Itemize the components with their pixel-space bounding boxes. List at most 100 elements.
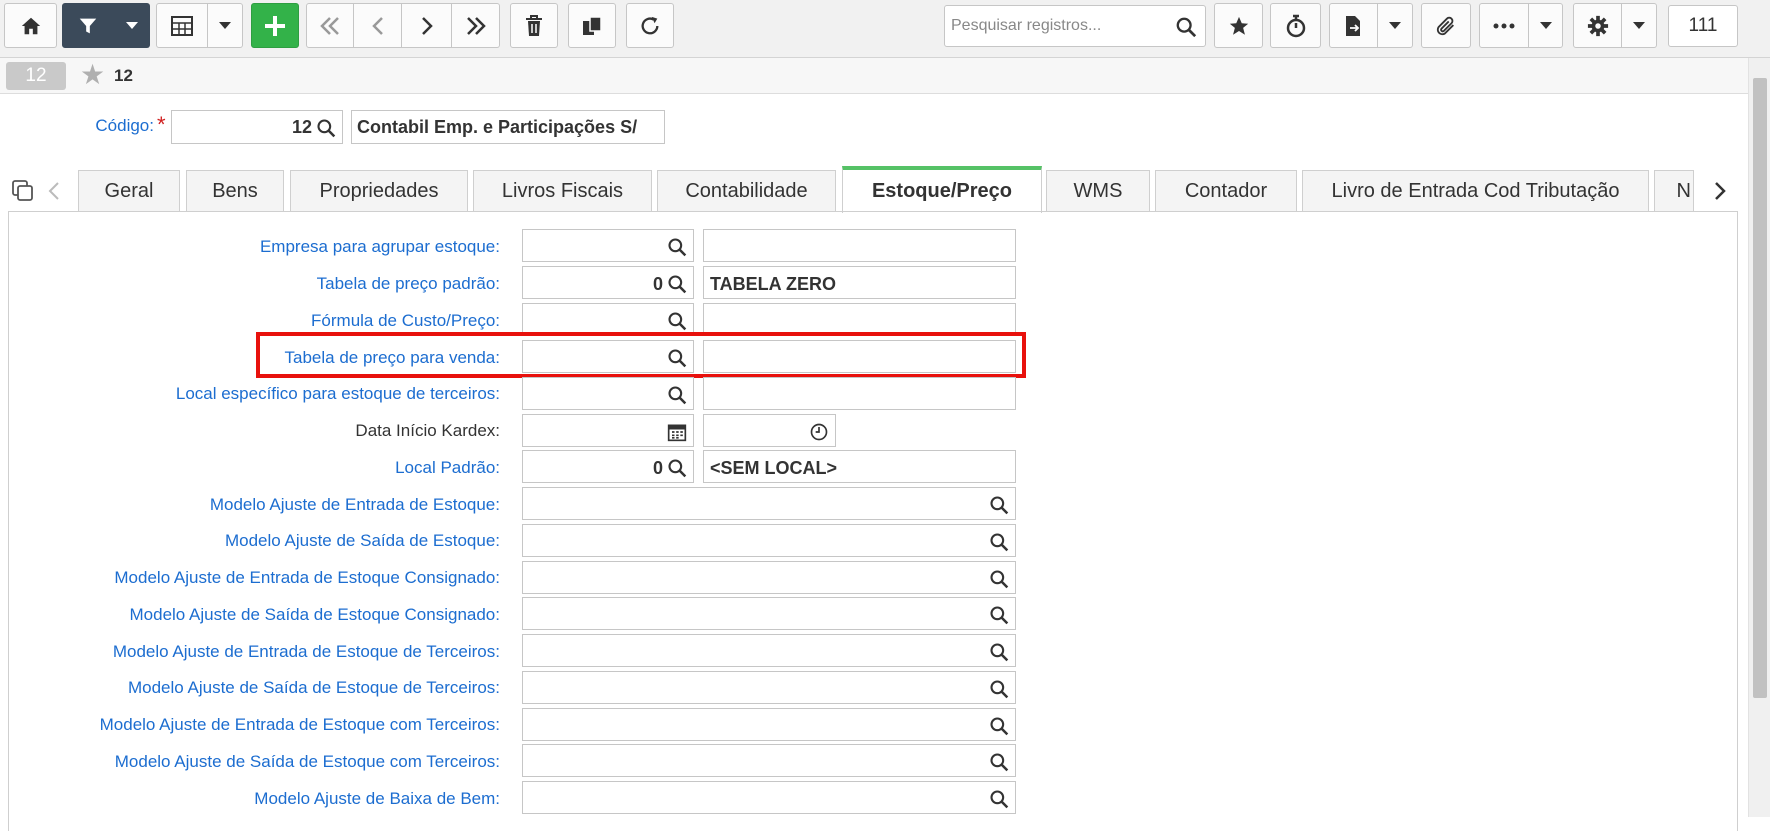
star-icon[interactable]: ★ bbox=[80, 61, 105, 89]
modelo-label: Modelo Ajuste de Entrada de Estoque com … bbox=[99, 715, 500, 734]
chevron-left-icon[interactable] bbox=[48, 182, 60, 200]
search-icon[interactable] bbox=[1175, 16, 1197, 38]
modelo-field[interactable] bbox=[522, 561, 1016, 594]
modelo-field[interactable] bbox=[522, 708, 1016, 741]
previous-record-button[interactable] bbox=[354, 3, 402, 48]
modelo-label: Modelo Ajuste de Entrada de Estoque Cons… bbox=[114, 568, 500, 587]
modelo-field[interactable] bbox=[522, 524, 1016, 557]
modelo-label: Modelo Ajuste de Saída de Estoque Consig… bbox=[129, 605, 501, 624]
timer-button[interactable] bbox=[1270, 3, 1321, 48]
copy-icon[interactable] bbox=[12, 180, 34, 202]
chevron-right-icon[interactable] bbox=[1714, 182, 1726, 200]
local-padrao-code-field[interactable]: 0 bbox=[522, 450, 694, 483]
tabela-padrao-code-field[interactable]: 0 bbox=[522, 266, 694, 299]
caret-down-icon bbox=[219, 21, 231, 29]
tab-n[interactable]: N bbox=[1654, 170, 1694, 212]
search-icon[interactable] bbox=[667, 237, 687, 257]
tab-bens[interactable]: Bens bbox=[186, 170, 284, 212]
tab-livro-entrada-cod-tributacao[interactable]: Livro de Entrada Cod Tributação bbox=[1302, 170, 1649, 212]
tab-propriedades[interactable]: Propriedades bbox=[290, 170, 468, 212]
grid-icon bbox=[171, 15, 193, 36]
search-icon[interactable] bbox=[316, 118, 336, 138]
more-dropdown-button[interactable] bbox=[1529, 3, 1563, 48]
refresh-button[interactable] bbox=[626, 3, 674, 48]
vertical-scrollbar[interactable] bbox=[1748, 58, 1770, 817]
grid-view-button[interactable] bbox=[156, 3, 208, 48]
tab-livros-fiscais[interactable]: Livros Fiscais bbox=[473, 170, 652, 212]
filter-dropdown-button[interactable] bbox=[114, 3, 150, 48]
search-input[interactable] bbox=[951, 6, 1171, 46]
export-dropdown-button[interactable] bbox=[1378, 3, 1413, 48]
empresa-agrupar-code-field[interactable] bbox=[522, 229, 694, 262]
scrollbar-thumb[interactable] bbox=[1753, 78, 1767, 698]
modelo-field[interactable] bbox=[522, 634, 1016, 667]
search-icon[interactable] bbox=[667, 274, 687, 294]
search-icon[interactable] bbox=[989, 642, 1009, 662]
modelo-field[interactable] bbox=[522, 671, 1016, 704]
grid-dropdown-button[interactable] bbox=[208, 3, 243, 48]
attachments-button[interactable] bbox=[1421, 3, 1471, 48]
filter-button[interactable] bbox=[62, 3, 114, 48]
modelo-label: Modelo Ajuste de Saída de Estoque: bbox=[224, 531, 500, 550]
search-icon[interactable] bbox=[989, 752, 1009, 772]
search-icon[interactable] bbox=[989, 569, 1009, 589]
stopwatch-icon bbox=[1286, 14, 1305, 37]
record-title: 12 bbox=[114, 66, 133, 85]
search-icon[interactable] bbox=[989, 789, 1009, 809]
caret-down-icon bbox=[1389, 21, 1401, 29]
data-kardex-time-field[interactable] bbox=[703, 414, 836, 447]
tabela-padrao-code: 0 bbox=[652, 274, 663, 294]
calendar-icon[interactable] bbox=[667, 422, 687, 442]
export-button[interactable] bbox=[1329, 3, 1378, 48]
home-button[interactable] bbox=[4, 3, 57, 48]
clock-icon[interactable] bbox=[809, 422, 829, 442]
tab-wms[interactable]: WMS bbox=[1046, 170, 1150, 212]
copy-icon bbox=[583, 15, 602, 35]
required-asterisk: * bbox=[157, 112, 166, 137]
tab-contador[interactable]: Contador bbox=[1155, 170, 1297, 212]
tab-contabilidade[interactable]: Contabilidade bbox=[657, 170, 836, 212]
local-terceiros-code-field[interactable] bbox=[522, 377, 694, 410]
tab-estoque-preco[interactable]: Estoque/Preço bbox=[842, 166, 1042, 213]
next-record-button[interactable] bbox=[402, 3, 452, 48]
last-record-button[interactable] bbox=[452, 3, 500, 48]
local-padrao-desc-field[interactable]: <SEM LOCAL> bbox=[703, 450, 1016, 483]
codigo-value: 12 bbox=[291, 117, 312, 137]
modelo-field[interactable] bbox=[522, 597, 1016, 630]
delete-button[interactable] bbox=[510, 3, 558, 48]
local-terceiros-desc-field[interactable] bbox=[703, 377, 1016, 410]
modelo-label: Modelo Ajuste de Entrada de Estoque de T… bbox=[112, 642, 500, 661]
search-icon[interactable] bbox=[667, 311, 687, 331]
empresa-agrupar-desc-field[interactable] bbox=[703, 229, 1016, 262]
data-kardex-date-field[interactable] bbox=[522, 414, 694, 447]
search-icon[interactable] bbox=[989, 605, 1009, 625]
tab-bar: Geral Bens Propriedades Livros Fiscais C… bbox=[0, 166, 1748, 213]
search-icon[interactable] bbox=[989, 716, 1009, 736]
favorite-button[interactable] bbox=[1214, 3, 1263, 48]
filter-icon bbox=[79, 18, 97, 33]
duplicate-button[interactable] bbox=[568, 3, 616, 48]
modelo-field[interactable] bbox=[522, 487, 1016, 520]
search-icon[interactable] bbox=[989, 679, 1009, 699]
tabela-padrao-label: Tabela de preço padrão: bbox=[316, 274, 500, 293]
settings-dropdown-button[interactable] bbox=[1622, 3, 1657, 48]
record-badge: 12 bbox=[6, 62, 66, 90]
local-padrao-code: 0 bbox=[652, 458, 663, 478]
first-record-button[interactable] bbox=[306, 3, 354, 48]
search-icon[interactable] bbox=[667, 458, 687, 478]
codigo-field[interactable]: 12 bbox=[171, 110, 343, 144]
search-icon[interactable] bbox=[989, 495, 1009, 515]
modelo-label: Modelo Ajuste de Baixa de Bem: bbox=[254, 789, 500, 808]
settings-button[interactable] bbox=[1573, 3, 1622, 48]
search-icon[interactable] bbox=[667, 385, 687, 405]
last-icon bbox=[466, 16, 486, 35]
add-button[interactable] bbox=[251, 3, 299, 48]
company-name-field[interactable]: Contabil Emp. e Participações S/ bbox=[351, 110, 665, 144]
modelo-field[interactable] bbox=[522, 781, 1016, 814]
caret-down-icon bbox=[1539, 21, 1552, 29]
modelo-field[interactable] bbox=[522, 744, 1016, 777]
more-actions-button[interactable] bbox=[1479, 3, 1529, 48]
tab-geral[interactable]: Geral bbox=[78, 170, 180, 212]
tabela-padrao-desc-field[interactable]: TABELA ZERO bbox=[703, 266, 1016, 299]
search-icon[interactable] bbox=[989, 532, 1009, 552]
